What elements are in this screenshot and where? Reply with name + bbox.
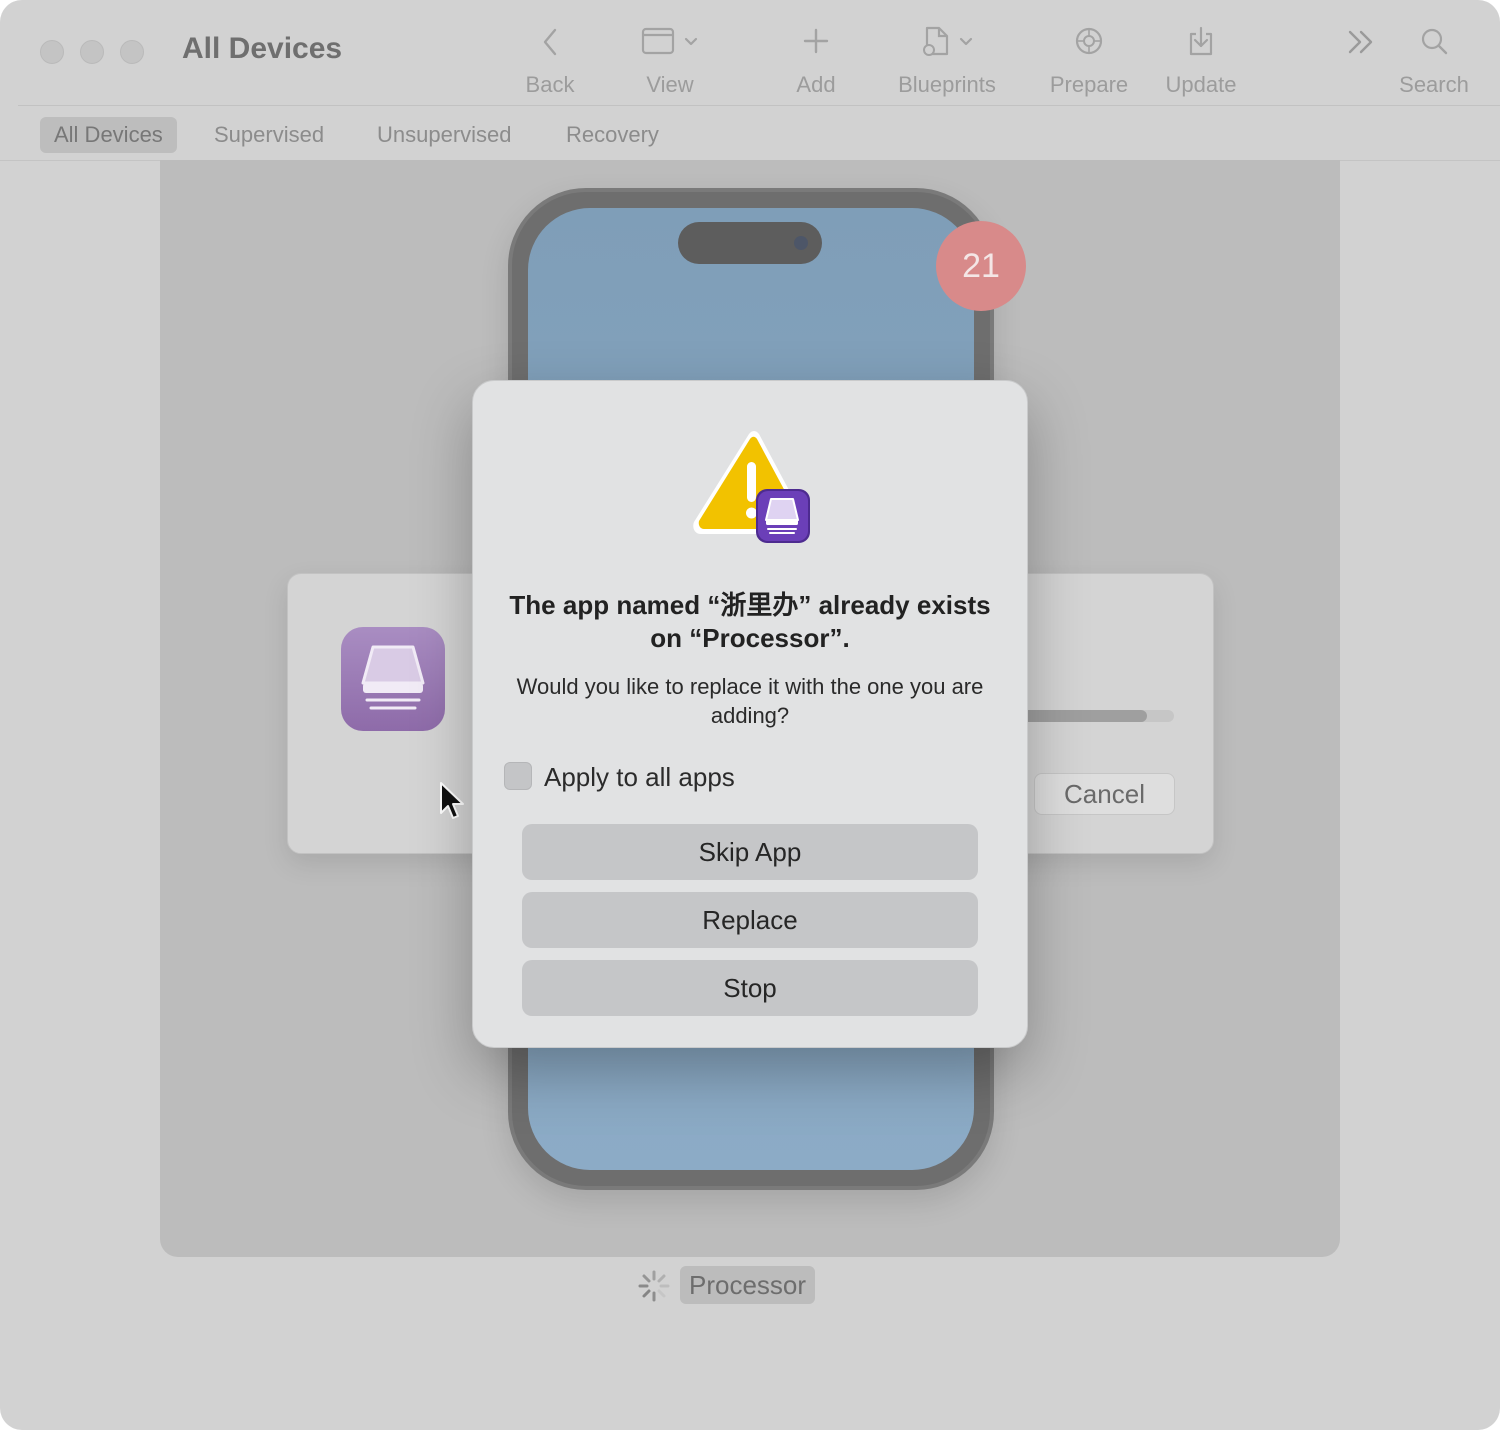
warning-icon — [693, 431, 810, 543]
window-view-icon — [641, 27, 698, 55]
zoom-window-button[interactable] — [120, 40, 144, 64]
update-button[interactable]: Update — [1160, 22, 1242, 102]
plus-icon — [803, 28, 829, 54]
tab-supervised[interactable]: Supervised — [200, 117, 338, 153]
toolbar: All Devices Back View Add Blueprints Pre… — [0, 0, 1500, 106]
camera-dot — [794, 236, 808, 250]
prepare-button[interactable]: Prepare — [1046, 22, 1132, 102]
apple-configurator-window: All Devices Back View Add Blueprints Pre… — [0, 0, 1500, 1430]
blueprints-label: Blueprints — [898, 72, 996, 97]
replace-button[interactable]: Replace — [522, 892, 978, 948]
chevron-left-icon — [543, 28, 557, 56]
blueprint-document-icon — [923, 26, 973, 56]
prepare-label: Prepare — [1049, 72, 1129, 97]
loading-spinner-icon — [638, 1270, 670, 1302]
update-label: Update — [1165, 72, 1237, 97]
stop-button[interactable]: Stop — [522, 960, 978, 1016]
gear-icon — [1075, 27, 1103, 55]
alert-message: Would you like to replace it with the on… — [516, 674, 984, 728]
view-label: View — [646, 72, 694, 97]
apply-to-all-apps-label[interactable]: Apply to all apps — [544, 759, 735, 795]
search-label: Search — [1399, 72, 1469, 97]
close-window-button[interactable] — [40, 40, 64, 64]
search-button[interactable]: Search — [1394, 22, 1474, 102]
tab-all-devices[interactable]: All Devices — [40, 117, 177, 153]
activity-count-badge: 21 — [936, 221, 1026, 311]
progress-bar-fill — [1022, 710, 1147, 722]
back-label: Back — [525, 72, 575, 97]
mouse-pointer-icon — [440, 782, 464, 819]
cancel-button[interactable]: Cancel — [1034, 773, 1175, 815]
skip-app-button[interactable]: Skip App — [522, 824, 978, 880]
device-name-label[interactable]: Processor — [680, 1266, 816, 1304]
device-stack-icon — [361, 645, 425, 710]
configurator-app-icon — [341, 627, 445, 731]
more-toolbar-items-button[interactable] — [1338, 22, 1382, 102]
tab-recovery[interactable]: Recovery — [552, 117, 673, 153]
device-filter-tabs: All Devices Supervised Unsupervised Reco… — [0, 106, 1500, 160]
window-title: All Devices — [182, 32, 343, 65]
back-button[interactable]: Back — [514, 22, 586, 102]
minimize-window-button[interactable] — [80, 40, 104, 64]
tab-unsupervised[interactable]: Unsupervised — [363, 117, 526, 153]
download-tray-icon — [1189, 26, 1213, 56]
apply-to-all-apps-checkbox[interactable] — [504, 762, 532, 790]
blueprints-menu-button[interactable]: Blueprints — [890, 22, 1004, 102]
add-button[interactable]: Add — [782, 22, 850, 102]
alert-title: The app named “浙里办” already exists on “P… — [509, 590, 991, 653]
search-icon — [1421, 28, 1448, 55]
double-chevron-right-icon — [1348, 30, 1373, 54]
view-menu-button[interactable]: View — [630, 22, 710, 102]
add-label: Add — [796, 72, 836, 97]
